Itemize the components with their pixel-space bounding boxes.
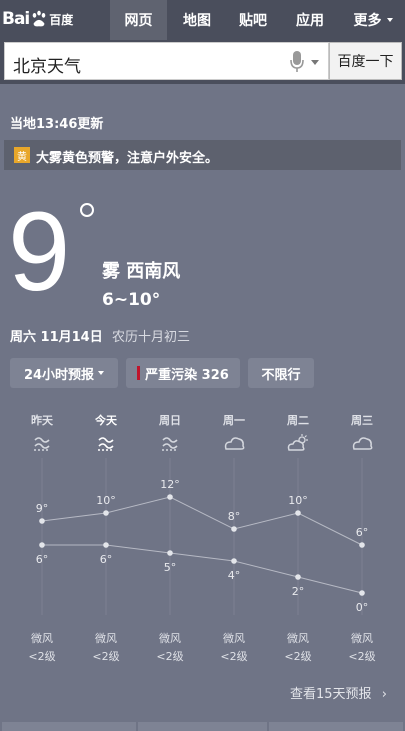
voice-dropdown-icon[interactable] <box>311 60 319 65</box>
high-temp-point <box>231 526 237 532</box>
high-temp-line <box>41 496 363 546</box>
day-label: 周一 <box>223 414 245 427</box>
day-label: 周日 <box>159 414 181 427</box>
alert-text: 大雾黄色预警，注意户外安全。 <box>36 151 219 166</box>
high-temp-point <box>359 542 365 548</box>
update-time: 当地13:46更新 <box>10 117 104 132</box>
weather-alert[interactable]: 黄 大雾黄色预警，注意户外安全。 <box>4 140 401 170</box>
nav-web[interactable]: 网页 <box>110 0 167 40</box>
cloud-icon <box>224 437 245 450</box>
microphone-icon[interactable] <box>290 51 304 73</box>
high-temp-label: 9° <box>36 502 49 515</box>
alert-level-badge: 黄 <box>14 147 30 163</box>
wind-label: 微风 <box>351 631 373 645</box>
low-temp-point <box>39 542 45 548</box>
nav-more[interactable]: 更多 <box>342 0 404 40</box>
bottom-tab-2[interactable] <box>138 722 267 731</box>
wind-level-label: <2级 <box>156 650 183 663</box>
nav-tieba[interactable]: 贴吧 <box>226 0 280 40</box>
lunar-date: 农历十月初三 <box>112 330 191 345</box>
high-temp-point <box>103 510 109 516</box>
day-label: 昨天 <box>31 413 54 427</box>
low-temp-label: 0° <box>356 601 369 614</box>
degree-symbol <box>80 203 94 217</box>
fog-icon <box>34 437 50 451</box>
low-temp-label: 4° <box>228 569 241 582</box>
paw-icon <box>32 10 46 27</box>
high-temp-label: 10° <box>96 494 116 507</box>
low-temp-point <box>167 550 173 556</box>
high-temp-point <box>167 494 173 500</box>
high-temp-label: 12° <box>160 478 180 491</box>
wind-label: 微风 <box>287 631 309 645</box>
wind-level-label: <2级 <box>28 650 55 663</box>
bottom-tab-3[interactable] <box>269 722 403 731</box>
wind-label: 微风 <box>95 631 117 645</box>
nav-map[interactable]: 地图 <box>170 0 224 40</box>
nav-apps[interactable]: 应用 <box>283 0 337 40</box>
low-temp-line <box>42 544 363 594</box>
forecast-chart: 昨天 今天 周日 周一 周二 周三 9° 10° 12° 8° 10° 6° 6° 6° 5° 4° 2° 0° 微… <box>28 413 375 663</box>
wind-level-label: <2级 <box>348 650 375 663</box>
chevron-right-icon: › <box>381 687 387 702</box>
high-temp-label: 6° <box>356 526 369 539</box>
wind-label: 微风 <box>159 631 181 645</box>
wind-label: 微风 <box>31 631 53 645</box>
pollution-level-bar <box>137 366 141 380</box>
day-label: 周二 <box>287 414 309 427</box>
high-temp-point <box>295 510 301 516</box>
baidu-logo[interactable]: Bai 百度 <box>2 6 73 32</box>
low-temp-label: 2° <box>292 585 305 598</box>
cloud-icon <box>352 437 373 450</box>
weather-condition: 雾 西南风 <box>102 261 181 282</box>
bottom-tab-1[interactable] <box>2 722 136 731</box>
air-quality-badge[interactable]: 严重污染 326 <box>126 358 240 388</box>
fog-icon <box>162 437 178 451</box>
low-temp-label: 5° <box>164 561 177 574</box>
low-temp-label: 6° <box>36 553 49 566</box>
day-label: 今天 <box>94 413 118 427</box>
fog-icon <box>98 437 114 451</box>
low-temp-point <box>359 590 365 596</box>
high-temp-point <box>39 518 45 524</box>
high-temp-label: 10° <box>288 494 308 507</box>
chevron-down-icon <box>98 371 105 375</box>
wind-label: 微风 <box>223 631 245 645</box>
wind-level-label: <2级 <box>92 650 119 663</box>
fifteen-day-forecast-link[interactable]: 查看15天预报 › <box>290 683 387 702</box>
search-button[interactable]: 百度一下 <box>329 42 402 80</box>
low-temp-point <box>231 558 237 564</box>
chevron-down-icon <box>386 18 393 22</box>
date: 周六 11月14日 <box>10 330 103 345</box>
current-temperature: 9 <box>8 189 71 314</box>
wind-level-label: <2级 <box>220 650 247 663</box>
hourly-forecast-button[interactable]: 24小时预报 <box>10 358 118 388</box>
low-temp-label: 6° <box>100 553 113 566</box>
low-temp-point <box>103 542 109 548</box>
temperature-range: 6~10° <box>102 290 161 310</box>
low-temp-point <box>295 574 301 580</box>
search-input[interactable]: 北京天气 <box>4 42 329 80</box>
traffic-restriction-badge[interactable]: 不限行 <box>248 358 314 388</box>
high-temp-label: 8° <box>228 510 241 523</box>
wind-level-label: <2级 <box>284 650 311 663</box>
day-label: 周三 <box>351 414 373 427</box>
partly-cloudy-icon <box>287 434 308 451</box>
